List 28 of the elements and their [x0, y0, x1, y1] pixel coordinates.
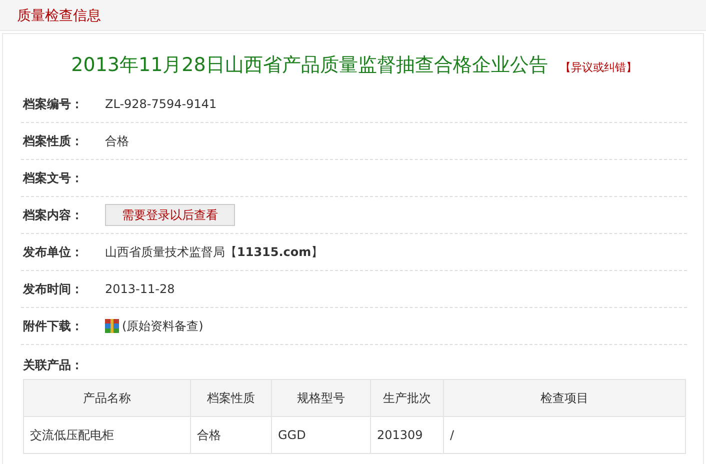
table-cell: 201309 — [370, 416, 444, 454]
field-label: 关联产品： — [22, 357, 84, 374]
table-cell: GGD — [272, 416, 370, 454]
field-value: 山西省质量技术监督局【11315.com】 — [105, 244, 324, 260]
field-label: 发布单位： — [23, 244, 84, 260]
field-label: 档案文号： — [23, 170, 84, 186]
field-value: 合格 — [105, 132, 129, 150]
field-label: 档案性质： — [23, 132, 84, 150]
column-header: 产品名称 — [24, 380, 190, 416]
field-label: 档案内容： — [23, 206, 84, 224]
column-header: 检查项目 — [444, 380, 686, 416]
table-cell: / — [444, 416, 686, 454]
field-value: 2013-11-28 — [105, 282, 175, 296]
field-label: 档案编号： — [23, 96, 84, 112]
section-title: 质量检查信息 — [17, 8, 101, 24]
column-header: 生产批次 — [370, 380, 444, 416]
attachment-link[interactable]: (原始资料备查) — [122, 318, 204, 334]
archive-icon[interactable] — [105, 319, 119, 333]
field-label: 发布时间： — [23, 280, 84, 298]
table-cell: 合格 — [190, 416, 272, 454]
field-value: ZL-928-7594-9141 — [105, 97, 217, 111]
notice-title: 2013年11月28日山西省产品质量监督抽查合格企业公告 — [71, 54, 548, 76]
column-header: 档案性质 — [190, 380, 272, 416]
feedback-link[interactable]: 【异议或纠错】 — [560, 61, 637, 74]
login-button[interactable]: 需要登录以后查看 — [105, 204, 235, 226]
field-label: 附件下载： — [23, 318, 84, 334]
table-cell: 交流低压配电柜 — [24, 416, 190, 454]
column-header: 规格型号 — [272, 380, 370, 416]
